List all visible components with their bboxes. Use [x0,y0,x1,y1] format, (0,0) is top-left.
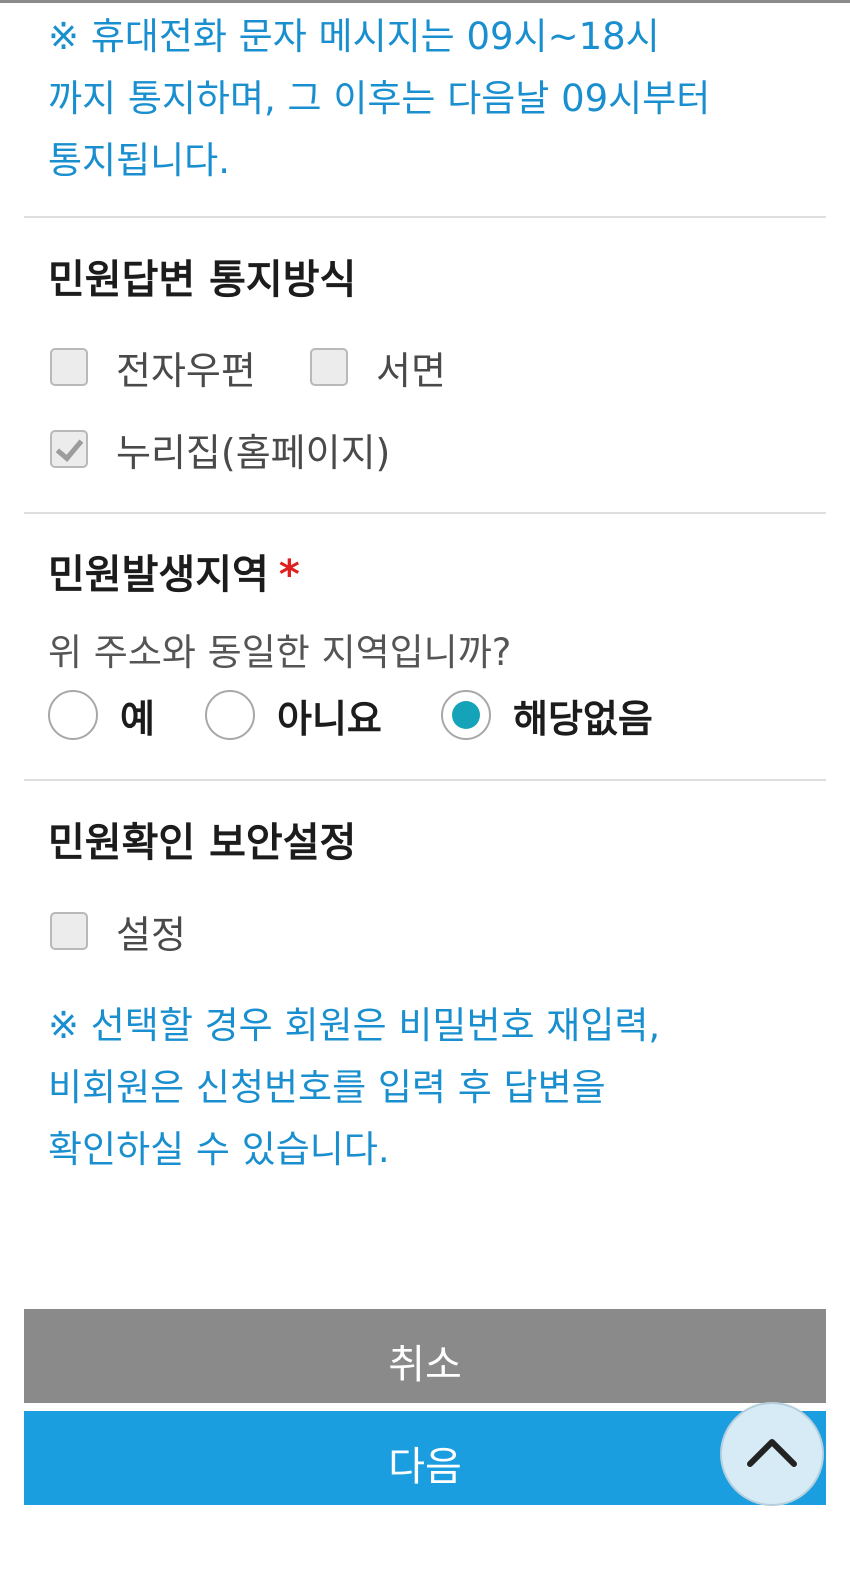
next-label: 다음 [388,1444,462,1490]
radio-no-button[interactable] [205,690,255,740]
cancel-button[interactable]: 취소 [24,1309,826,1403]
security-notice-line: 확인하실 수 있습니다. [48,1128,390,1171]
radio-yes-label: 예 [120,696,155,741]
divider [24,512,826,514]
occurrence-region-heading: 민원발생지역 * [48,550,300,600]
sms-notice-line: 까지 통지하며, 그 이후는 다음날 09시부터 [48,77,711,120]
security-checkbox[interactable] [50,912,88,950]
scroll-to-top-button[interactable] [720,1402,824,1506]
security-notice: ※ 선택할 경우 회원은 비밀번호 재입력, 비회원은 신청번호를 입력 후 답… [48,995,808,1181]
homepage-label: 누리집(홈페이지) [116,430,391,475]
option-security[interactable]: 설정 [50,906,186,957]
homepage-checkbox[interactable] [50,430,88,468]
next-button[interactable]: 다음 [24,1411,826,1505]
radio-no-label: 아니요 [277,696,382,741]
option-email[interactable]: 전자우편 [50,342,256,393]
paper-label: 서면 [376,348,446,393]
reply-method-heading: 민원답변 통지방식 [48,257,357,303]
option-homepage[interactable]: 누리집(홈페이지) [50,424,391,475]
security-label: 설정 [116,912,186,957]
sms-notice: ※ 휴대전화 문자 메시지는 09시~18시 까지 통지하며, 그 이후는 다음… [48,6,808,192]
divider [24,216,826,218]
divider [24,779,826,781]
radio-yes[interactable]: 예 [48,690,155,741]
radio-yes-button[interactable] [48,690,98,740]
radio-no[interactable]: 아니요 [205,690,382,741]
security-notice-line: 비회원은 신청번호를 입력 후 답변을 [48,1066,606,1109]
sms-notice-line: 통지됩니다. [48,139,230,182]
chevron-up-icon [744,1434,800,1474]
radio-not-applicable-button[interactable] [441,690,491,740]
email-label: 전자우편 [116,348,256,393]
required-mark: * [278,552,300,598]
option-paper[interactable]: 서면 [310,342,446,393]
occurrence-region-title: 민원발생지역 [48,552,269,598]
radio-not-applicable[interactable]: 해당없음 [441,690,653,741]
email-checkbox[interactable] [50,348,88,386]
top-border [0,0,850,3]
cancel-label: 취소 [388,1342,462,1388]
security-notice-line: ※ 선택할 경우 회원은 비밀번호 재입력, [48,1004,661,1047]
radio-not-applicable-label: 해당없음 [513,696,653,741]
sms-notice-line: ※ 휴대전화 문자 메시지는 09시~18시 [48,15,660,58]
security-heading: 민원확인 보안설정 [48,820,357,866]
region-question: 위 주소와 동일한 지역입니까? [48,631,512,674]
paper-checkbox[interactable] [310,348,348,386]
